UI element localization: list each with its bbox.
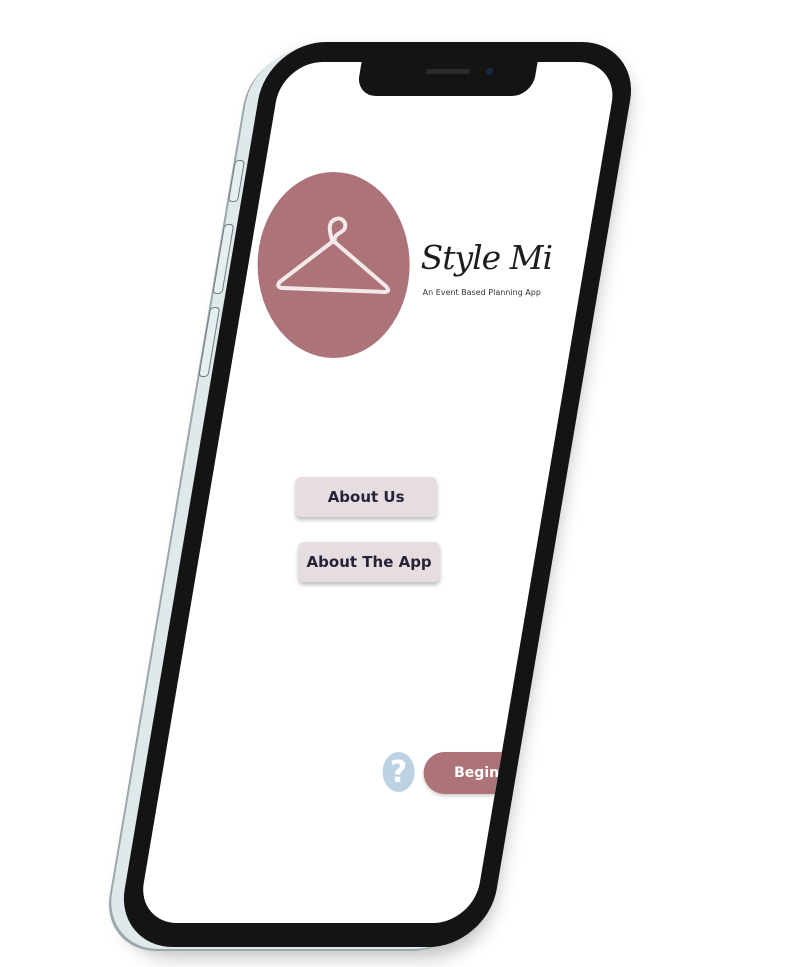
question-icon[interactable]: ? bbox=[382, 752, 415, 792]
app-content: Style Mi An Event Based Planning App Abo… bbox=[257, 62, 619, 923]
hanger-icon bbox=[276, 216, 391, 294]
about-us-button[interactable]: About Us bbox=[295, 477, 437, 517]
about-the-app-button[interactable]: About The App bbox=[298, 542, 440, 582]
brand-title: Style Mi bbox=[420, 238, 553, 277]
phone-frame: Style Mi An Event Based Planning App Abo… bbox=[114, 42, 640, 947]
device-mockup: Style Mi An Event Based Planning App Abo… bbox=[0, 0, 801, 967]
logo bbox=[257, 172, 410, 358]
brand-subtitle: An Event Based Planning App bbox=[422, 288, 541, 297]
